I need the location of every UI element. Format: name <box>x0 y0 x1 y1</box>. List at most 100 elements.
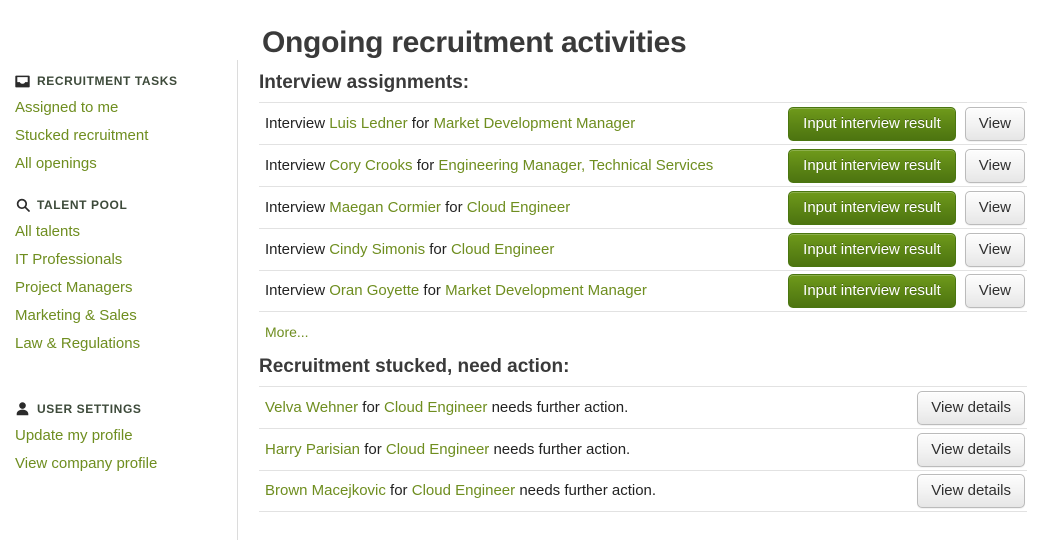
candidate-link[interactable]: Brown Macejkovic <box>265 482 386 499</box>
sidebar-group-recruitment-tasks: RECRUITMENT TASKS Assigned to me Stucked… <box>15 68 237 178</box>
search-icon <box>15 198 30 213</box>
view-details-button[interactable]: View details <box>917 432 1025 467</box>
row-prefix: Interview <box>265 198 326 216</box>
row-actions: View details <box>917 474 1025 508</box>
stucked-row-text: Harry Parisian for Cloud Engineer needs … <box>265 440 630 460</box>
row-actions: Input interview result View <box>788 148 1025 183</box>
sidebar-item-all-talents[interactable]: All talents <box>15 218 237 246</box>
position-link[interactable]: Market Development Manager <box>433 115 635 132</box>
row-connector: for <box>423 282 441 299</box>
row-suffix: needs further action. <box>519 482 657 499</box>
sidebar-item-update-my-profile[interactable]: Update my profile <box>15 422 237 450</box>
view-button[interactable]: View <box>964 190 1025 225</box>
sidebar-item-project-managers[interactable]: Project Managers <box>15 274 237 302</box>
table-row: Interview Maegan Cormier for Cloud Engin… <box>259 186 1027 228</box>
view-button[interactable]: View <box>964 148 1025 183</box>
candidate-link[interactable]: Luis Ledner <box>329 115 407 132</box>
row-actions: Input interview result View <box>788 190 1025 225</box>
sidebar-item-it-professionals[interactable]: IT Professionals <box>15 246 237 274</box>
table-row: Interview Cindy Simonis for Cloud Engine… <box>259 228 1027 270</box>
sidebar-heading-recruitment-tasks: RECRUITMENT TASKS <box>15 68 237 94</box>
sidebar-item-marketing-sales[interactable]: Marketing & Sales <box>15 302 237 330</box>
sidebar-item-all-openings[interactable]: All openings <box>15 150 237 178</box>
input-interview-result-button[interactable]: Input interview result <box>788 190 956 225</box>
input-interview-result-button[interactable]: Input interview result <box>788 148 956 183</box>
input-interview-result-button[interactable]: Input interview result <box>788 106 956 141</box>
row-prefix: Interview <box>265 114 326 132</box>
view-button[interactable]: View <box>964 106 1025 141</box>
inbox-icon <box>15 74 30 89</box>
sidebar-group-user-settings: USER SETTINGS Update my profile View com… <box>15 396 237 478</box>
stucked-recruitment-list: Velva Wehner for Cloud Engineer needs fu… <box>259 386 1027 512</box>
row-suffix: needs further action. <box>491 398 629 416</box>
row-prefix: Interview <box>265 240 326 258</box>
candidate-link[interactable]: Harry Parisian <box>265 441 360 458</box>
row-actions: Input interview result View <box>788 232 1025 267</box>
section-title-recruitment-stucked: Recruitment stucked, need action: <box>259 356 570 377</box>
row-connector: for <box>445 198 463 216</box>
table-row: Interview Cory Crooks for Engineering Ma… <box>259 144 1027 186</box>
row-actions: View details <box>917 390 1025 425</box>
stucked-row-text: Velva Wehner for Cloud Engineer needs fu… <box>265 398 628 418</box>
sidebar: RECRUITMENT TASKS Assigned to me Stucked… <box>0 60 238 540</box>
sidebar-item-law-regulations[interactable]: Law & Regulations <box>15 330 237 358</box>
interview-row-text: Interview Oran Goyette for Market Develo… <box>265 281 647 301</box>
candidate-link[interactable]: Cory Crooks <box>329 157 412 174</box>
position-link[interactable]: Cloud Engineer <box>384 399 487 416</box>
row-connector: for <box>411 114 430 132</box>
table-row: Brown Macejkovic for Cloud Engineer need… <box>259 470 1027 512</box>
interview-row-text: Interview Cory Crooks for Engineering Ma… <box>265 156 713 176</box>
page-title: Ongoing recruitment activities <box>262 26 687 60</box>
interview-row-text: Interview Luis Ledner for Market Develop… <box>265 114 635 134</box>
row-connector: for <box>362 398 380 416</box>
sidebar-heading-label: RECRUITMENT TASKS <box>37 74 178 88</box>
position-link[interactable]: Cloud Engineer <box>467 199 570 216</box>
position-link[interactable]: Engineering Manager, Technical Services <box>438 157 713 174</box>
interview-assignments-list: Interview Luis Ledner for Market Develop… <box>259 102 1027 312</box>
candidate-link[interactable]: Velva Wehner <box>265 399 358 416</box>
row-connector: for <box>364 440 382 458</box>
sidebar-heading-talent-pool: TALENT POOL <box>15 192 237 218</box>
view-button[interactable]: View <box>964 274 1025 308</box>
view-details-button[interactable]: View details <box>917 390 1025 425</box>
sidebar-heading-user-settings: USER SETTINGS <box>15 396 237 422</box>
stucked-row-text: Brown Macejkovic for Cloud Engineer need… <box>265 481 656 501</box>
table-row: Interview Oran Goyette for Market Develo… <box>259 270 1027 312</box>
position-link[interactable]: Cloud Engineer <box>451 241 554 258</box>
main-content: Interview assignments: Interview Luis Le… <box>259 68 1027 512</box>
table-row: Velva Wehner for Cloud Engineer needs fu… <box>259 386 1027 428</box>
row-prefix: Interview <box>265 156 326 174</box>
input-interview-result-button[interactable]: Input interview result <box>788 232 956 267</box>
row-connector: for <box>429 240 447 258</box>
table-row: Interview Luis Ledner for Market Develop… <box>259 102 1027 144</box>
candidate-link[interactable]: Cindy Simonis <box>329 241 425 258</box>
table-row: Harry Parisian for Cloud Engineer needs … <box>259 428 1027 470</box>
row-actions: Input interview result View <box>788 274 1025 308</box>
app-root: Ongoing recruitment activities RECRUITME… <box>0 0 1044 540</box>
more-link[interactable]: More... <box>265 324 309 340</box>
position-link[interactable]: Market Development Manager <box>445 282 647 299</box>
view-button[interactable]: View <box>964 232 1025 267</box>
sidebar-item-view-company-profile[interactable]: View company profile <box>15 450 237 478</box>
sidebar-item-assigned-to-me[interactable]: Assigned to me <box>15 94 237 122</box>
row-suffix: needs further action. <box>493 440 631 458</box>
interview-row-text: Interview Cindy Simonis for Cloud Engine… <box>265 240 554 260</box>
position-link[interactable]: Cloud Engineer <box>412 482 515 499</box>
sidebar-heading-label: USER SETTINGS <box>37 402 142 416</box>
row-actions: Input interview result View <box>788 106 1025 141</box>
candidate-link[interactable]: Oran Goyette <box>329 282 419 299</box>
row-connector: for <box>416 156 435 174</box>
position-link[interactable]: Cloud Engineer <box>386 441 489 458</box>
section-title-interview-assignments: Interview assignments: <box>259 72 470 93</box>
candidate-link[interactable]: Maegan Cormier <box>329 199 441 216</box>
row-actions: View details <box>917 432 1025 467</box>
sidebar-group-talent-pool: TALENT POOL All talents IT Professionals… <box>15 192 237 358</box>
sidebar-item-stucked-recruitment[interactable]: Stucked recruitment <box>15 122 237 150</box>
sidebar-heading-label: TALENT POOL <box>37 198 128 212</box>
interview-row-text: Interview Maegan Cormier for Cloud Engin… <box>265 198 570 218</box>
input-interview-result-button[interactable]: Input interview result <box>788 274 956 308</box>
user-icon <box>15 402 30 417</box>
row-prefix: Interview <box>265 282 326 299</box>
row-connector: for <box>390 482 408 499</box>
view-details-button[interactable]: View details <box>917 474 1025 508</box>
